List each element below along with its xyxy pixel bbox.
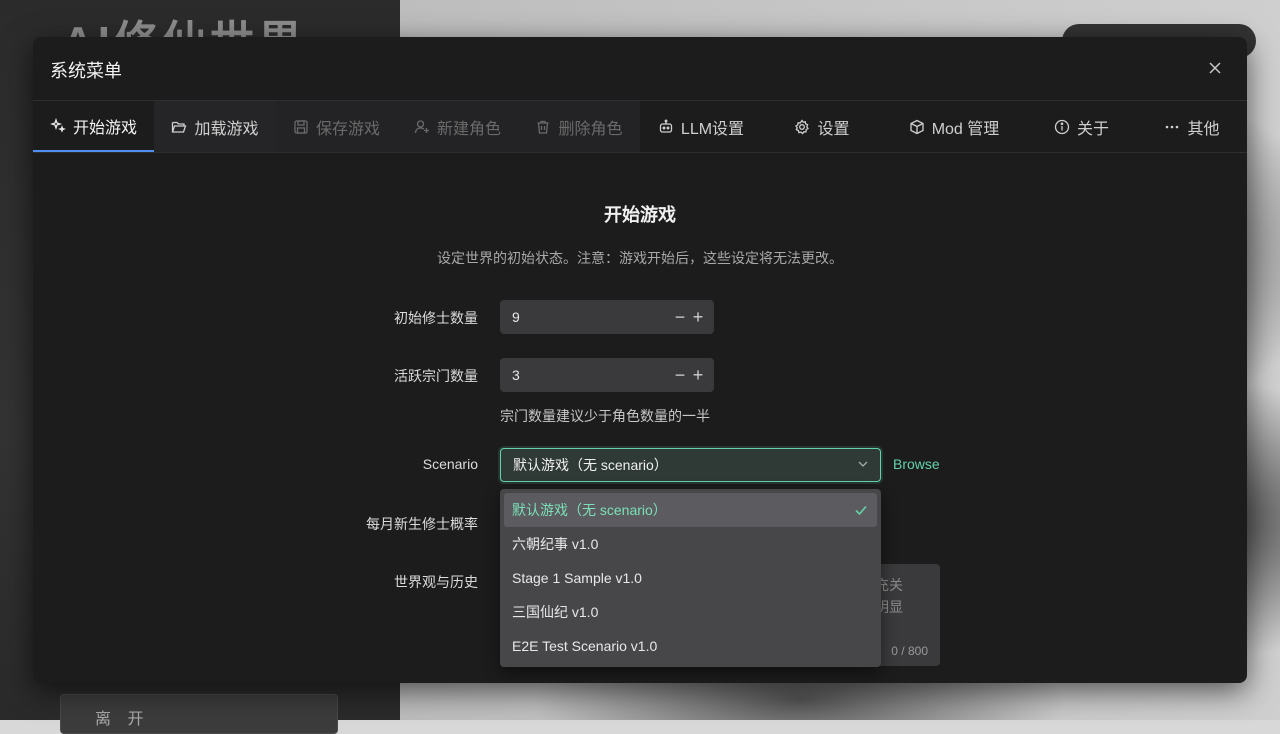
scenario-selected-value: 默认游戏（无 scenario）	[513, 457, 668, 473]
tab-about[interactable]: 关于	[1026, 101, 1137, 152]
sects-value: 3	[512, 367, 520, 383]
tab-save-game[interactable]: 保存游戏	[276, 101, 397, 152]
tab-label: 保存游戏	[315, 120, 380, 138]
sects-label: 活跃宗门数量	[394, 368, 478, 384]
tab-load-game[interactable]: 加载游戏	[154, 101, 276, 152]
save-icon	[293, 119, 309, 135]
tab-label: 其他	[1187, 120, 1220, 138]
minus-icon[interactable]: −	[674, 365, 686, 386]
cultivators-label: 初始修士数量	[394, 310, 478, 326]
close-icon	[1209, 62, 1221, 74]
tab-label: 删除角色	[558, 120, 623, 138]
sects-stepper[interactable]: 3 − +	[500, 358, 714, 392]
check-icon	[855, 505, 867, 516]
close-button[interactable]	[1203, 56, 1227, 80]
tab-label: 加载游戏	[194, 120, 259, 138]
scenario-option[interactable]: Stage 1 Sample v1.0	[504, 561, 877, 595]
scenario-dropdown: 默认游戏（无 scenario） 六朝纪事 v1.0 Stage 1 Sampl…	[500, 489, 881, 667]
scenario-option[interactable]: 六朝纪事 v1.0	[504, 527, 877, 561]
tab-start-game[interactable]: 开始游戏	[33, 101, 154, 152]
plus-icon[interactable]: +	[692, 307, 704, 328]
scenario-select[interactable]: 默认游戏（无 scenario）	[500, 448, 881, 482]
cultivators-stepper[interactable]: 9 − +	[500, 300, 714, 334]
trash-icon	[535, 119, 551, 135]
folder-open-icon	[171, 119, 187, 135]
minus-icon[interactable]: −	[674, 307, 686, 328]
tab-label: LLM设置	[680, 120, 745, 138]
tab-new-character[interactable]: 新建角色	[397, 101, 518, 152]
chevron-down-icon	[858, 461, 868, 467]
scenario-option[interactable]: 三国仙纪 v1.0	[504, 595, 877, 629]
robot-icon	[658, 119, 674, 135]
tab-label: 新建角色	[436, 120, 501, 138]
cultivators-value: 9	[512, 309, 520, 325]
browse-link[interactable]: Browse	[893, 456, 940, 472]
cube-icon	[909, 119, 925, 135]
worldview-label: 世界观与历史	[394, 574, 478, 590]
system-menu-modal: 系统菜单 开始游戏 加载游戏 保存游戏 新建角色 删除角色 LLM设置 设置 M…	[33, 37, 1247, 683]
tab-label: Mod 管理	[931, 120, 1000, 138]
info-icon	[1054, 119, 1070, 135]
tab-label: 设置	[817, 120, 850, 138]
tab-label: 开始游戏	[72, 119, 137, 137]
sparkles-icon	[49, 117, 66, 134]
tab-settings[interactable]: 设置	[762, 101, 882, 152]
sects-hint: 宗门数量建议少于角色数量的一半	[500, 408, 710, 424]
gear-icon	[794, 118, 810, 135]
tab-delete-character[interactable]: 删除角色	[518, 101, 640, 152]
scenario-label: Scenario	[422, 456, 478, 472]
ellipsis-icon	[1164, 119, 1180, 135]
birth-rate-label: 每月新生修士概率	[366, 516, 478, 532]
tab-other[interactable]: 其他	[1137, 101, 1247, 152]
worldview-char-counter: 0 / 800	[891, 644, 928, 658]
plus-icon[interactable]: +	[692, 365, 704, 386]
leave-button: 离 开	[60, 694, 338, 734]
panel-description: 设定世界的初始状态。注意：游戏开始后，这些设定将无法更改。	[437, 250, 843, 266]
tab-label: 关于	[1076, 120, 1109, 138]
scenario-option[interactable]: E2E Test Scenario v1.0	[504, 629, 877, 663]
tab-llm-settings[interactable]: LLM设置	[640, 101, 762, 152]
tab-mod-management[interactable]: Mod 管理	[882, 101, 1026, 152]
user-plus-icon	[414, 119, 430, 135]
scenario-option[interactable]: 默认游戏（无 scenario）	[504, 493, 877, 527]
tab-bar: 开始游戏 加载游戏 保存游戏 新建角色 删除角色 LLM设置 设置 Mod 管理…	[33, 101, 1247, 153]
panel-title: 开始游戏	[604, 205, 676, 225]
modal-header: 系统菜单	[33, 37, 1247, 101]
modal-title: 系统菜单	[50, 61, 122, 81]
